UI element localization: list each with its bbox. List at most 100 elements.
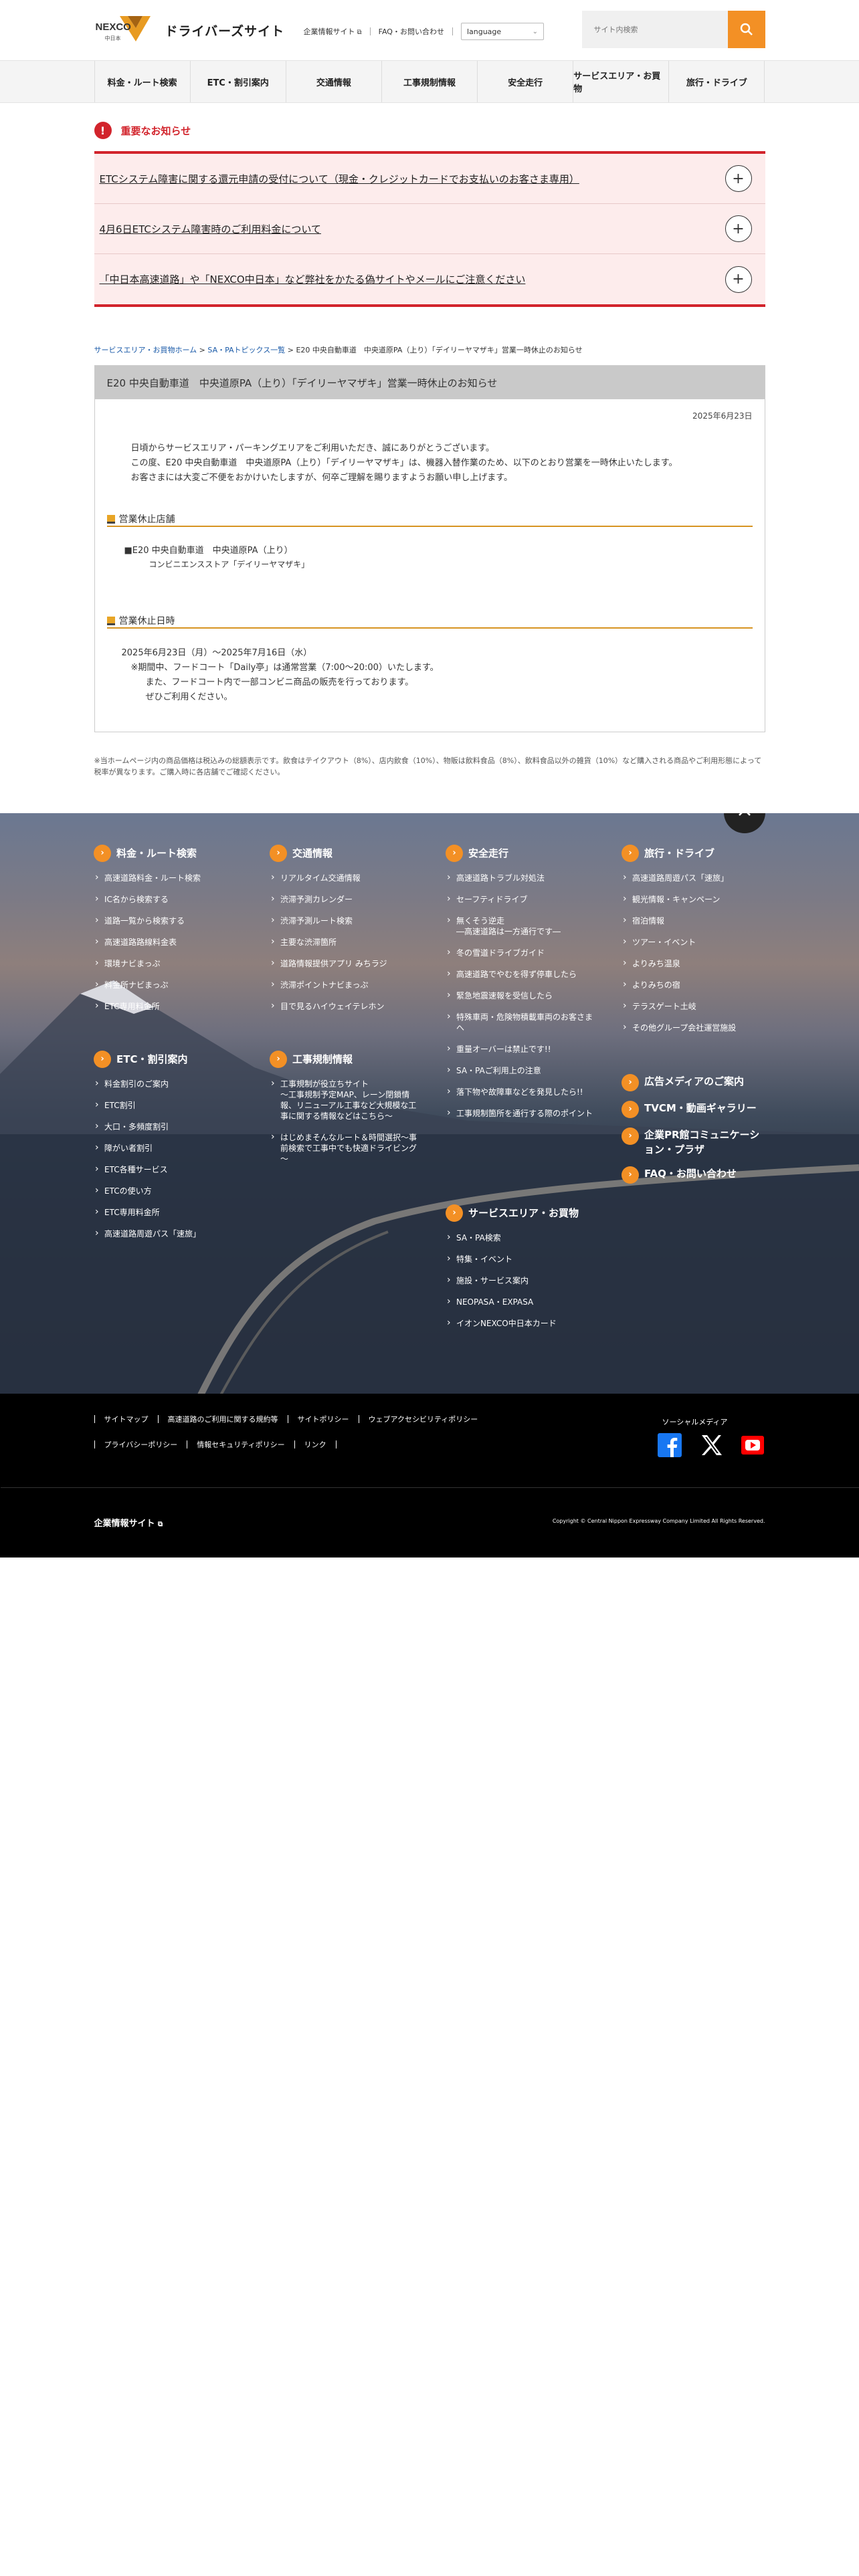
footer-heading[interactable]: › ETC・割引案内 — [94, 1051, 248, 1068]
footer-link[interactable]: 料金割引のご案内 — [94, 1078, 248, 1089]
footer-link[interactable]: 高速道路トラブル対処法 — [446, 872, 593, 883]
footer-link[interactable]: 観光情報・キャンペーン — [622, 893, 765, 905]
footer-link[interactable]: ETC専用料金所 — [94, 1206, 248, 1218]
footer-link[interactable]: 主要な渋滞箇所 — [270, 936, 423, 948]
legal-link[interactable]: 情報セキュリティポリシー — [197, 1439, 284, 1450]
footer-link[interactable]: 道路一覧から検索する — [94, 915, 248, 926]
legal-link[interactable]: サイトマップ — [104, 1414, 149, 1424]
legal-link[interactable]: プライバシーポリシー — [104, 1439, 178, 1450]
breadcrumb-home[interactable]: サービスエリア・お買物ホーム — [94, 346, 197, 354]
breadcrumb-topics[interactable]: SA・PAトピックス一覧 — [207, 346, 285, 354]
footer-link[interactable]: 目で見るハイウェイテレホン — [270, 1000, 423, 1012]
footer-big-link[interactable]: › TVCM・動画ギャラリー — [622, 1101, 765, 1118]
footer-link[interactable]: 道路情報提供アプリ みちラジ — [270, 958, 423, 969]
footer-link[interactable]: ツアー・イベント — [622, 936, 765, 948]
footer-link[interactable]: NEOPASA・EXPASA — [446, 1296, 599, 1307]
nav-item-construction[interactable]: 工事規制情報 — [381, 61, 477, 102]
footer-link[interactable]: 特集・イベント — [446, 1253, 599, 1265]
plus-icon[interactable]: + — [725, 265, 752, 293]
footer-heading[interactable]: › 料金・ルート検索 — [94, 845, 248, 862]
footer-link[interactable]: 高速道路周遊パス「速旅」 — [94, 1228, 248, 1239]
corp-site-link[interactable]: 企業情報サイト ⧉ — [304, 26, 362, 37]
site-logo[interactable]: NEXCO 中日本 ドライバーズサイト — [94, 12, 285, 49]
search-button[interactable] — [727, 11, 765, 48]
footer-link[interactable]: IC名から検索する — [94, 893, 248, 905]
footer-link[interactable]: リアルタイム交通情報 — [270, 872, 423, 883]
footer-link[interactable]: よりみち温泉 — [622, 958, 765, 969]
corp-site-footer-link[interactable]: 企業情報サイト ⧉ — [94, 1516, 163, 1529]
footer-link[interactable]: 高速道路周遊パス「速旅」 — [622, 872, 765, 883]
notice-item[interactable]: 「中日本高速道路」や「NEXCO中日本」など弊社をかたる偽サイトやメールにご注意… — [94, 254, 765, 304]
period-note: ぜひご利用ください。 — [145, 692, 233, 702]
footer-heading[interactable]: › 工事規制情報 — [270, 1051, 417, 1068]
footer-big-link[interactable]: › 広告メディアのご案内 — [622, 1074, 765, 1091]
footer-link[interactable]: 渋滞ポイントナビまっぷ — [270, 979, 423, 990]
footer-link[interactable]: ETCの使い方 — [94, 1185, 248, 1196]
footer-link[interactable]: ETC専用料金所 — [94, 1000, 248, 1012]
footer-link[interactable]: イオンNEXCO中日本カード — [446, 1317, 599, 1329]
notice-link[interactable]: 4月6日ETCシステム障害時のご利用料金について — [100, 222, 321, 236]
footer-link[interactable]: 宿泊情報 — [622, 915, 765, 926]
notice-item[interactable]: 4月6日ETCシステム障害時のご利用料金について + — [94, 204, 765, 254]
faq-link[interactable]: FAQ・お問い合わせ — [379, 26, 444, 37]
nav-item-fare-route[interactable]: 料金・ルート検索 — [94, 61, 190, 102]
site-header: NEXCO 中日本 ドライバーズサイト 企業情報サイト ⧉ FAQ・お問い合わせ … — [0, 0, 859, 60]
youtube-icon[interactable] — [740, 1432, 765, 1458]
x-icon[interactable] — [698, 1432, 724, 1458]
footer-link[interactable]: 環境ナビまっぷ — [94, 958, 248, 969]
footer-link[interactable]: 渋滞予測ルート検索 — [270, 915, 423, 926]
legal-link[interactable]: サイトポリシー — [298, 1414, 349, 1424]
footer-link[interactable]: 緊急地震速報を受信したら — [446, 990, 593, 1001]
footer-link[interactable]: 高速道路料金・ルート検索 — [94, 872, 248, 883]
footer-link[interactable]: 工事規制箇所を通行する際のポイント — [446, 1107, 593, 1119]
footer-link[interactable]: 冬の雪道ドライブガイド — [446, 947, 593, 958]
footer-link[interactable]: 特殊車両・危険物積載車両のお客さまへ — [446, 1011, 593, 1033]
plus-icon[interactable]: + — [725, 165, 752, 192]
footer-link[interactable]: SA・PA検索 — [446, 1232, 599, 1243]
footer-big-link[interactable]: › FAQ・お問い合わせ — [622, 1166, 765, 1184]
plus-icon[interactable]: + — [725, 215, 752, 242]
footer-link[interactable]: その他グループ会社運営施設 — [622, 1022, 765, 1033]
footer-link[interactable]: 大口・多頻度割引 — [94, 1121, 248, 1132]
footer-link[interactable]: 工事規制が役立ちサイト ～工事規制予定MAP、レーン閉鎖情報、リニューアル工事な… — [270, 1078, 417, 1121]
legal-link[interactable]: リンク — [304, 1439, 326, 1450]
social-links — [657, 1432, 765, 1458]
footer-link[interactable]: 高速道路でやむを得ず停車したら — [446, 968, 593, 980]
nav-item-traffic[interactable]: 交通情報 — [285, 61, 381, 102]
nav-item-safety[interactable]: 安全走行 — [477, 61, 573, 102]
footer-link[interactable]: 渋滞予測カレンダー — [270, 893, 423, 905]
footer-heading[interactable]: › サービスエリア・お買物 — [446, 1204, 599, 1222]
footer-heading[interactable]: › 旅行・ドライブ — [622, 845, 765, 862]
nav-item-etc[interactable]: ETC・割引案内 — [189, 61, 286, 102]
section-heading-shop: 営業休止店舗 — [106, 512, 753, 527]
footer-link[interactable]: セーフティドライブ — [446, 893, 593, 905]
breadcrumb-separator: > — [287, 346, 294, 354]
footer-heading[interactable]: › 交通情報 — [270, 845, 423, 862]
legal-link[interactable]: 高速道路のご利用に関する規約等 — [168, 1414, 278, 1424]
search-input[interactable] — [581, 11, 728, 48]
footer-link[interactable]: よりみちの宿 — [622, 979, 765, 990]
footer-link[interactable]: はじめまそんなルート＆時間選択～事前検索で工事中でも快適ドライビング～ — [270, 1132, 417, 1164]
facebook-icon[interactable] — [657, 1432, 682, 1458]
notice-link[interactable]: ETCシステム障害に関する還元申請の受付について（現金・クレジットカードでお支払… — [100, 172, 579, 186]
footer-link[interactable]: 料金所ナビまっぷ — [94, 979, 248, 990]
footer-link[interactable]: 無くそう逆走 ―高速道路は一方通行です― — [446, 915, 593, 937]
footer-link[interactable]: 重量オーバーは禁止です!! — [446, 1043, 593, 1055]
footer-link[interactable]: ETC各種サービス — [94, 1164, 248, 1175]
footer-big-link[interactable]: › 企業PR館コミュニケーション・プラザ — [622, 1128, 765, 1157]
footer-link[interactable]: ETC割引 — [94, 1099, 248, 1111]
footer-link[interactable]: 落下物や故障車などを発見したら!! — [446, 1086, 593, 1097]
language-select[interactable]: language ⌄ — [460, 23, 544, 40]
footer-link[interactable]: 障がい者割引 — [94, 1142, 248, 1154]
footer-link[interactable]: 施設・サービス案内 — [446, 1275, 599, 1286]
nav-item-travel[interactable]: 旅行・ドライブ — [668, 61, 765, 102]
footer-link[interactable]: SA・PAご利用上の注意 — [446, 1065, 593, 1076]
back-to-top-button[interactable] — [724, 813, 765, 833]
notice-item[interactable]: ETCシステム障害に関する還元申請の受付について（現金・クレジットカードでお支払… — [94, 154, 765, 204]
footer-link[interactable]: テラスゲート土岐 — [622, 1000, 765, 1012]
notice-link[interactable]: 「中日本高速道路」や「NEXCO中日本」など弊社をかたる偽サイトやメールにご注意… — [100, 272, 526, 286]
footer-link[interactable]: 高速道路路線料金表 — [94, 936, 248, 948]
footer-heading[interactable]: › 安全走行 — [446, 845, 593, 862]
legal-link[interactable]: ウェブアクセシビリティポリシー — [369, 1414, 478, 1424]
nav-item-service-area[interactable]: サービスエリア・お買物 — [573, 61, 668, 102]
